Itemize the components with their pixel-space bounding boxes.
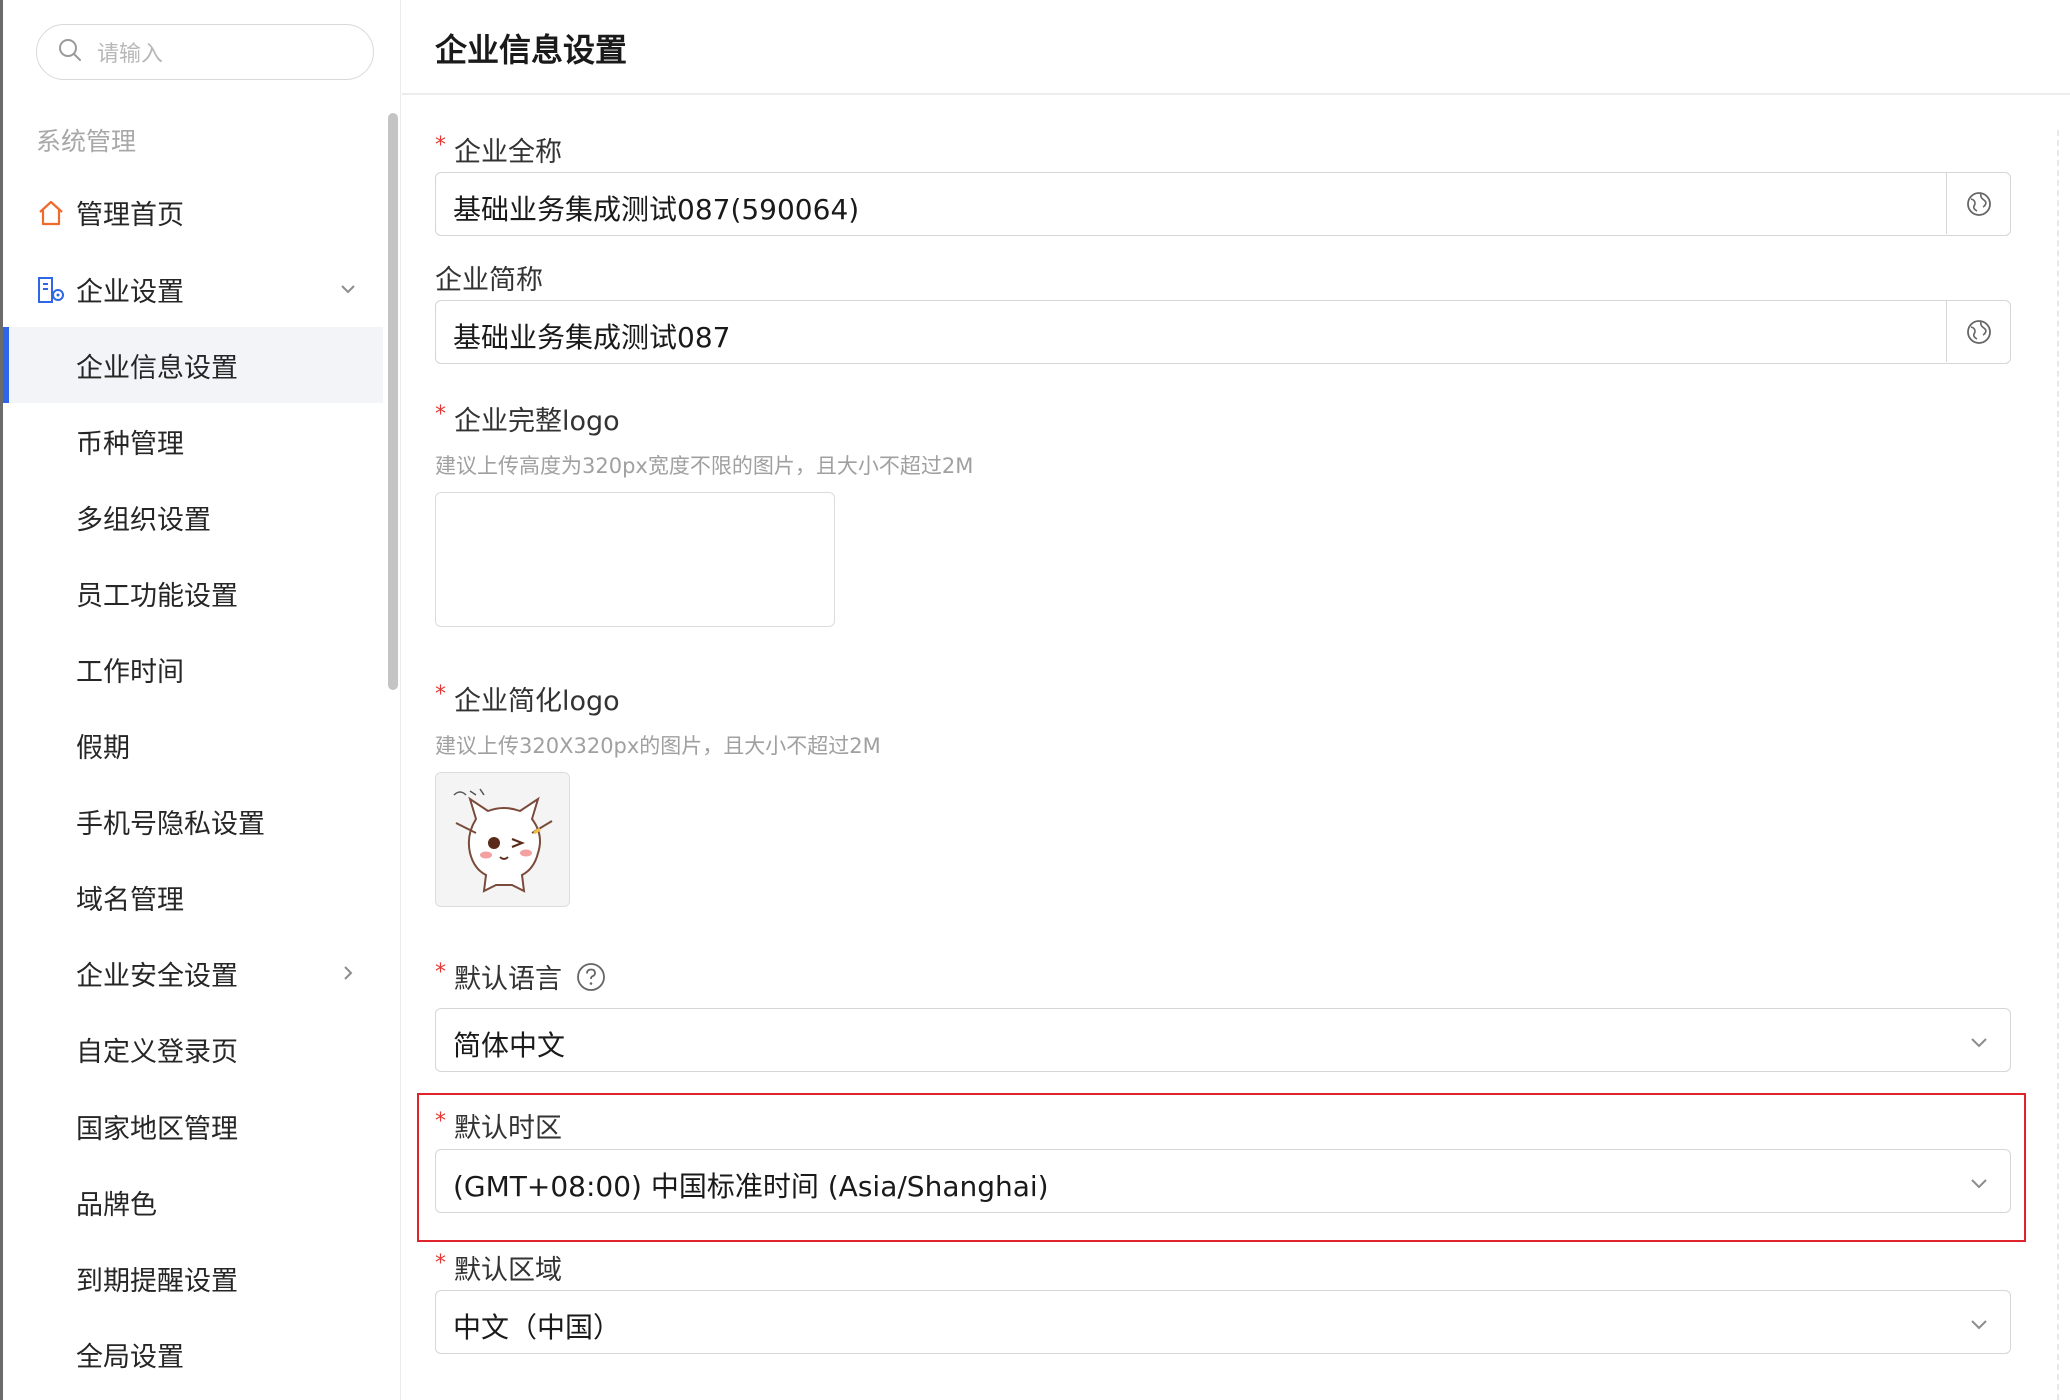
chevron-down-icon [1966,1311,1992,1337]
sidebar-item-label: 多组织设置 [76,504,211,536]
full-logo-label: * 企业完整logo [435,399,620,438]
page-title: 企业信息设置 [435,31,628,69]
short-name-field[interactable]: 基础业务集成测试087 [435,300,2011,364]
simple-logo-label-text: 企业简化logo [454,686,620,717]
enterprise-settings-icon [36,275,66,305]
short-name-value: 基础业务集成测试087 [453,321,731,354]
globe-icon[interactable] [1946,173,2010,234]
sidebar-item-phone-privacy[interactable]: 手机号隐私设置 [3,783,383,859]
simple-logo-upload[interactable] [435,772,570,907]
short-name-label-text: 企业简称 [435,265,543,296]
sidebar-item-country-region[interactable]: 国家地区管理 [3,1088,383,1164]
language-label: * 默认语言 [435,957,606,996]
timezone-label-text: 默认时区 [454,1113,562,1144]
search-placeholder: 请输入 [97,42,164,67]
full-logo-hint: 建议上传高度为320px宽度不限的图片，且大小不超过2M [435,454,974,478]
sidebar-item-label: 自定义登录页 [76,1036,238,1068]
region-label: * 默认区域 [435,1248,562,1287]
sidebar-item-security[interactable]: 企业安全设置 [3,935,383,1011]
region-label-text: 默认区域 [454,1255,562,1286]
language-value: 简体中文 [453,1029,566,1062]
simple-logo-label: * 企业简化logo [435,679,620,718]
globe-icon[interactable] [1946,301,2010,362]
sidebar-item-label: 企业安全设置 [76,960,238,992]
region-value: 中文（中国） [453,1311,622,1344]
timezone-select[interactable]: (GMT+08:00) 中国标准时间 (Asia/Shanghai) [435,1149,2011,1213]
sidebar: 请输入 系统管理 管理首页 企业设置 企业信息设置 币种管理 多组织设置 员工功… [3,0,401,1400]
sidebar-item-label: 国家地区管理 [76,1113,238,1145]
title-divider [402,93,2070,95]
sidebar-item-holidays[interactable]: 假期 [3,707,383,783]
chevron-down-icon [1966,1029,1992,1055]
required-mark: * [435,960,446,985]
cat-logo-image [436,773,569,906]
full-name-value: 基础业务集成测试087(590064) [453,193,860,226]
sidebar-item-label: 到期提醒设置 [76,1265,238,1297]
chevron-down-icon [1966,1170,1992,1196]
sidebar-item-label: 全局设置 [76,1341,184,1373]
sidebar-item-custom-login[interactable]: 自定义登录页 [3,1011,383,1087]
language-label-text: 默认语言 [454,964,562,995]
sidebar-section-title: 系统管理 [36,127,137,156]
full-logo-label-text: 企业完整logo [454,406,620,437]
help-circle-icon[interactable] [576,962,606,992]
sidebar-item-work-time[interactable]: 工作时间 [3,631,383,707]
region-select[interactable]: 中文（中国） [435,1290,2011,1354]
sidebar-item-label: 域名管理 [76,884,184,916]
search-input[interactable]: 请输入 [36,24,374,80]
sidebar-item-brand-color[interactable]: 品牌色 [3,1164,383,1240]
chevron-down-icon [336,277,360,301]
sidebar-item-label: 手机号隐私设置 [76,808,265,840]
chevron-right-icon [336,961,360,985]
language-select[interactable]: 简体中文 [435,1008,2011,1072]
sidebar-item-multi-org[interactable]: 多组织设置 [3,479,383,555]
simple-logo-hint: 建议上传320X320px的图片，且大小不超过2M [435,734,881,758]
sidebar-item-label: 品牌色 [76,1189,157,1221]
timezone-label: * 默认时区 [435,1106,562,1145]
sidebar-item-label: 假期 [76,732,130,764]
full-name-field[interactable]: 基础业务集成测试087(590064) [435,172,2011,236]
required-mark: * [435,402,446,427]
dashed-divider [2057,130,2059,1400]
sidebar-scrollbar[interactable] [388,113,398,690]
full-name-label-text: 企业全称 [454,137,562,168]
home-icon [36,198,66,228]
short-name-label: 企业简称 [435,258,543,297]
sidebar-item-label: 管理首页 [76,199,184,231]
sidebar-item-enterprise-settings[interactable]: 企业设置 [3,251,383,327]
sidebar-item-expiry-reminder[interactable]: 到期提醒设置 [3,1240,383,1316]
sidebar-item-employee-features[interactable]: 员工功能设置 [3,555,383,631]
sidebar-item-currency[interactable]: 币种管理 [3,403,383,479]
sidebar-item-label: 企业信息设置 [76,352,238,384]
sidebar-item-label: 企业设置 [76,276,184,308]
full-logo-upload[interactable] [435,492,835,627]
sidebar-item-label: 币种管理 [76,428,184,460]
search-icon [57,37,83,67]
sidebar-item-label: 员工功能设置 [76,580,238,612]
full-name-label: * 企业全称 [435,130,562,169]
timezone-value: (GMT+08:00) 中国标准时间 (Asia/Shanghai) [453,1170,1049,1203]
sidebar-item-global-settings[interactable]: 全局设置 [3,1316,383,1392]
sidebar-item-label: 工作时间 [76,656,184,688]
required-mark: * [435,682,446,707]
sidebar-item-home[interactable]: 管理首页 [3,174,383,250]
required-mark: * [435,133,446,158]
main-content: 企业信息设置 * 企业全称 基础业务集成测试087(590064) 企业简称 基… [402,0,2070,1400]
sidebar-item-enterprise-info[interactable]: 企业信息设置 [3,327,383,403]
required-mark: * [435,1251,446,1276]
sidebar-item-domain[interactable]: 域名管理 [3,859,383,935]
required-mark: * [435,1109,446,1134]
